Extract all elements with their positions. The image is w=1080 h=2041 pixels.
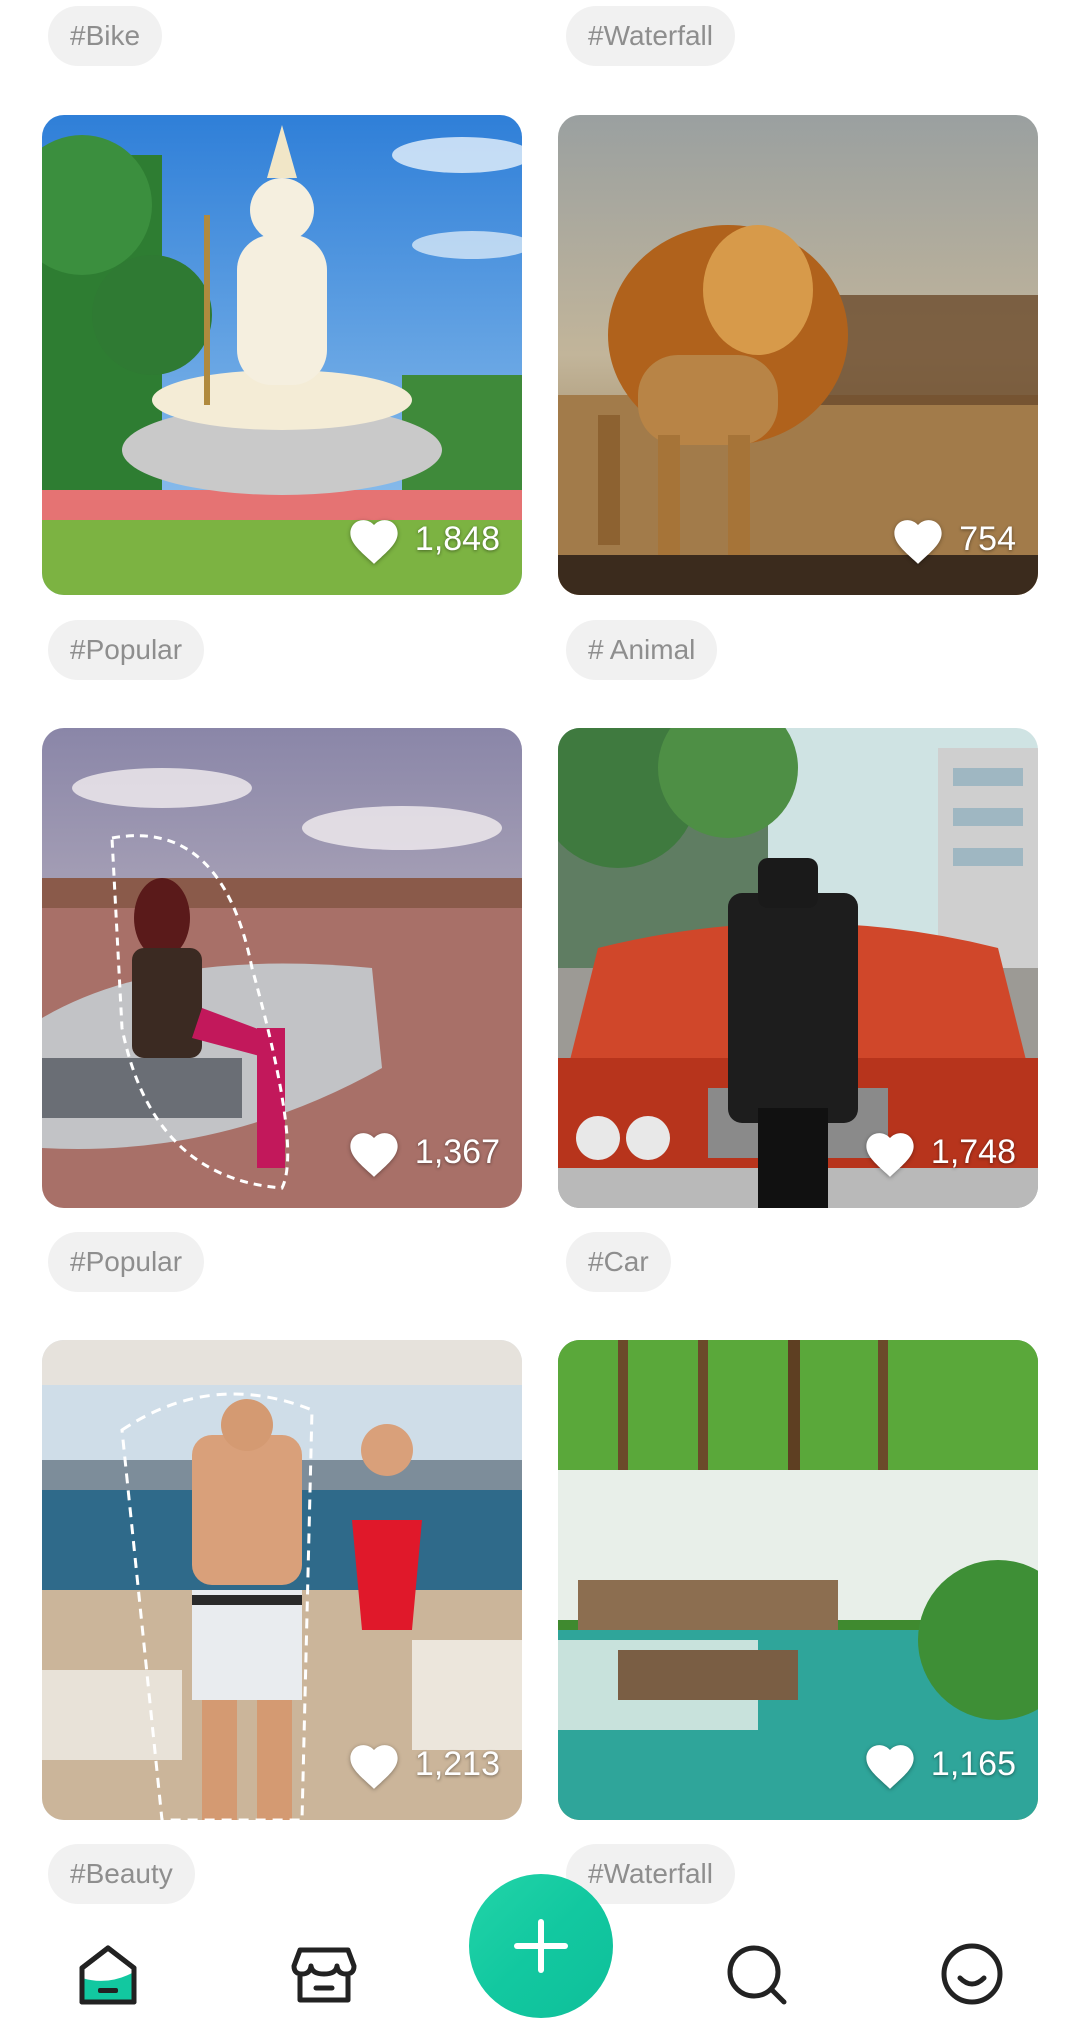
tag-chip[interactable]: #Beauty	[48, 1844, 195, 1904]
tag-chip[interactable]: # Animal	[566, 620, 718, 680]
plus-icon	[514, 1919, 568, 1973]
like-counter[interactable]: 754	[889, 513, 1016, 565]
nav-search[interactable]	[720, 1938, 792, 2010]
feed-card-waterfall[interactable]: 1,165	[558, 1340, 1038, 1820]
feed-card-lion[interactable]: 754	[558, 115, 1038, 595]
profile-icon	[941, 1943, 1003, 2005]
feed-card-statue[interactable]: 1,848	[42, 115, 522, 595]
store-icon	[291, 1947, 357, 2003]
tag-chip[interactable]: #Waterfall	[566, 6, 736, 66]
feed-card-car-woman[interactable]: 1,367	[42, 728, 522, 1208]
like-counter[interactable]: 1,213	[345, 1738, 500, 1790]
heart-icon	[350, 520, 398, 564]
nav-home[interactable]	[72, 1938, 144, 2010]
tag-chip[interactable]: #Popular	[48, 620, 205, 680]
tag-chip[interactable]: #Car	[566, 1232, 671, 1292]
search-icon	[727, 1945, 787, 2005]
tag-chip[interactable]: #Popular	[48, 1232, 205, 1292]
feed-card-yacht[interactable]: 1,213	[42, 1340, 522, 1820]
heart-icon	[894, 520, 942, 564]
like-count: 1,748	[930, 1132, 1016, 1171]
like-counter[interactable]: 1,848	[345, 513, 500, 565]
like-counter[interactable]: 1,165	[861, 1738, 1016, 1790]
nav-profile[interactable]	[936, 1938, 1008, 2010]
home-icon	[79, 1945, 137, 2005]
like-counter[interactable]: 1,367	[345, 1126, 500, 1178]
create-button[interactable]	[469, 1874, 613, 2018]
like-count: 1,213	[414, 1744, 500, 1783]
heart-icon	[866, 1745, 914, 1789]
like-count: 1,848	[414, 519, 500, 558]
heart-icon	[350, 1133, 398, 1177]
tag-chip[interactable]: #Bike	[48, 6, 163, 66]
nav-store[interactable]	[288, 1938, 360, 2010]
like-count: 754	[959, 519, 1016, 558]
heart-icon	[866, 1133, 914, 1177]
like-counter[interactable]: 1,748	[861, 1126, 1016, 1178]
like-count: 1,165	[930, 1744, 1016, 1783]
like-count: 1,367	[414, 1132, 500, 1171]
feed-card-red-car[interactable]: 1,748	[558, 728, 1038, 1208]
heart-icon	[350, 1745, 398, 1789]
